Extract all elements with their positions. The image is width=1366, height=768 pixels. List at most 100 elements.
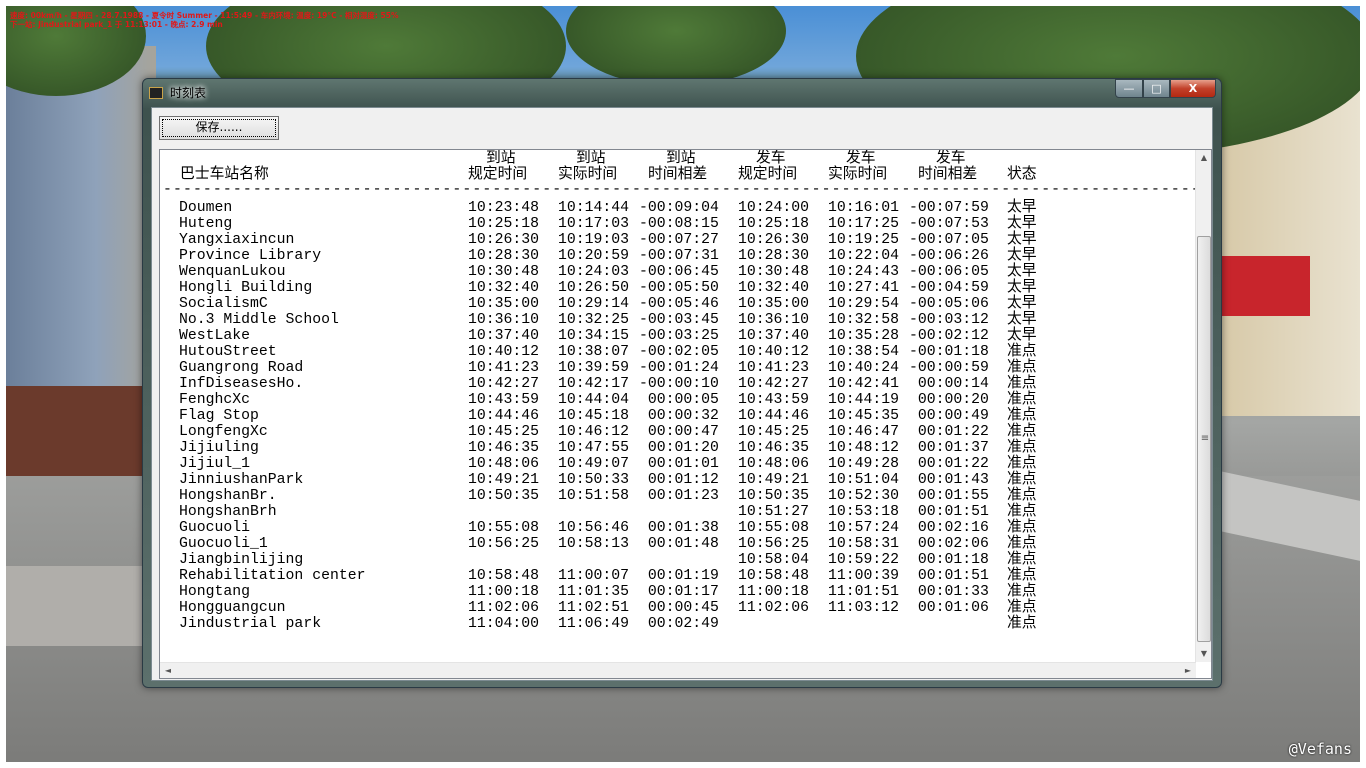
table-row[interactable]: WestLake 10:37:40 10:34:15 -00:03:25 10:37:4… — [160, 328, 1196, 344]
table-row[interactable]: Guocuoli_1 10:56:25 10:58:13 00:01:48 10:56… — [160, 536, 1196, 552]
cell-departure-scheduled: 10:36:10 — [738, 312, 810, 328]
cell-departure-actual: 11:01:51 — [828, 584, 900, 600]
cell-departure-diff: -00:07:59 — [909, 200, 989, 216]
cell-station-name: WestLake — [179, 328, 251, 344]
scroll-down-arrow[interactable]: ▼ — [1196, 646, 1212, 662]
table-row[interactable]: Jiangbinlijing 10:58:04 10:59:22 00:01:18 准… — [160, 552, 1196, 568]
cell-arrival-diff: 00:00:45 — [639, 600, 719, 616]
table-row[interactable]: Hongguangcun 11:02:06 11:02:51 00:00:45 11:… — [160, 600, 1196, 616]
header-dep-diff-line1: 发车 — [936, 151, 966, 167]
cell-station-name: Jindustrial park — [179, 616, 322, 632]
cell-departure-diff: 00:01:22 — [909, 456, 989, 472]
cell-arrival-diff: -00:09:04 — [639, 200, 719, 216]
cell-arrival-scheduled: 10:30:48 — [468, 264, 540, 280]
header-status: 状态 — [1007, 167, 1037, 183]
cell-station-name: Guocuoli_1 — [179, 536, 268, 552]
cell-arrival-diff: -00:05:46 — [639, 296, 719, 312]
cell-departure-scheduled: 10:43:59 — [738, 392, 810, 408]
cell-arrival-actual: 10:49:07 — [558, 456, 630, 472]
horizontal-scrollbar[interactable]: ◄ ► — [160, 662, 1196, 678]
vertical-scrollbar[interactable]: ▲ ≡ ▼ — [1195, 150, 1211, 662]
cell-departure-scheduled: 10:55:08 — [738, 520, 810, 536]
table-row[interactable]: HongshanBrh 10:51:27 10:53:18 00:01:51 准点 — [160, 504, 1196, 520]
cell-arrival-diff: 00:01:48 — [639, 536, 719, 552]
cell-arrival-scheduled: 11:04:00 — [468, 616, 540, 632]
cell-departure-diff: 00:02:06 — [909, 536, 989, 552]
cell-station-name: Guocuoli — [179, 520, 251, 536]
table-row[interactable]: No.3 Middle School 10:36:10 10:32:25 -00:03… — [160, 312, 1196, 328]
cell-arrival-scheduled: 10:43:59 — [468, 392, 540, 408]
cell-arrival-actual: 10:14:44 — [558, 200, 630, 216]
cell-arrival-scheduled: 10:36:10 — [468, 312, 540, 328]
table-row[interactable]: WenquanLukou 10:30:48 10:24:03 -00:06:45 10:… — [160, 264, 1196, 280]
cell-arrival-actual: 10:17:03 — [558, 216, 630, 232]
table-row[interactable]: LongfengXc 10:45:25 10:46:12 00:00:47 10:45… — [160, 424, 1196, 440]
table-row[interactable]: Jindustrial park 11:04:00 11:06:49 00:02:4… — [160, 616, 1196, 632]
cell-station-name: HongshanBr. — [179, 488, 277, 504]
table-row[interactable]: SocialismC 10:35:00 10:29:14 -00:05:46 10:35… — [160, 296, 1196, 312]
cell-departure-actual: 10:53:18 — [828, 504, 900, 520]
cell-departure-diff: -00:01:18 — [909, 344, 989, 360]
cell-arrival-actual: 10:47:55 — [558, 440, 630, 456]
table-row[interactable]: Doumen 10:23:48 10:14:44 -00:09:04 10:24:00 1… — [160, 200, 1196, 216]
table-row[interactable]: Province Library 10:28:30 10:20:59 -00:07:3… — [160, 248, 1196, 264]
table-row[interactable]: Guocuoli 10:55:08 10:56:46 00:01:38 10:55:0… — [160, 520, 1196, 536]
tree — [566, 6, 786, 86]
cell-departure-actual: 10:57:24 — [828, 520, 900, 536]
hud-status: 速度: 00km/h - 星期四 - 28.7.1988 - 夏令时 Summe… — [10, 11, 399, 29]
scroll-up-arrow[interactable]: ▲ — [1196, 150, 1212, 166]
table-row[interactable]: Flag Stop 10:44:46 10:45:18 00:00:32 10:44:… — [160, 408, 1196, 424]
cell-station-name: Doumen — [179, 200, 233, 216]
table-row[interactable]: Hongtang 11:00:18 11:01:35 00:01:17 11:00:1… — [160, 584, 1196, 600]
minimize-button[interactable]: — — [1115, 79, 1143, 98]
table-row[interactable]: Guangrong Road 10:41:23 10:39:59 -00:01:24 1… — [160, 360, 1196, 376]
cell-departure-actual: 10:22:04 — [828, 248, 900, 264]
table-row[interactable]: Hongli Building 10:32:40 10:26:50 -00:05:50… — [160, 280, 1196, 296]
timetable-list[interactable]: 巴士车站名称 到站 规定时间 到站 实际时间 到站 时间相差 发车 规定时间 发车 实际时间 发车时… — [159, 149, 1212, 679]
table-row[interactable]: InfDiseasesHo. 10:42:27 10:42:17 -00:00:10 1… — [160, 376, 1196, 392]
cell-arrival-diff: 00:00:05 — [639, 392, 719, 408]
table-row[interactable]: Jijiuling 10:46:35 10:47:55 00:01:20 10:46:… — [160, 440, 1196, 456]
table-row[interactable]: Yangxiaxincun 10:26:30 10:19:03 -00:07:27 10… — [160, 232, 1196, 248]
vertical-scroll-thumb[interactable]: ≡ — [1197, 236, 1211, 642]
cell-arrival-actual: 11:01:35 — [558, 584, 630, 600]
cell-arrival-diff: 00:01:17 — [639, 584, 719, 600]
cell-arrival-diff: 00:01:20 — [639, 440, 719, 456]
hud-line-1: 速度: 00km/h - 星期四 - 28.7.1988 - 夏令时 Summe… — [10, 11, 399, 20]
scroll-right-arrow[interactable]: ► — [1180, 663, 1196, 679]
cell-station-name: Flag Stop — [179, 408, 259, 424]
save-button[interactable]: 保存...... — [159, 116, 279, 140]
cell-arrival-diff: 00:02:49 — [639, 616, 719, 632]
table-row[interactable]: JinniushanPark 10:49:21 10:50:33 00:01:12 1… — [160, 472, 1196, 488]
cell-status: 准点 — [1007, 360, 1037, 376]
window-client: 保存...... 巴士车站名称 到站 规定时间 到站 实际时间 到站 时间相差 发车 规定时间… — [151, 107, 1213, 681]
table-row[interactable]: Jijiul_1 10:48:06 10:49:07 00:01:01 10:48:0… — [160, 456, 1196, 472]
cell-departure-scheduled: 10:50:35 — [738, 488, 810, 504]
cell-arrival-diff: -00:00:10 — [639, 376, 719, 392]
brick-wall — [6, 386, 146, 486]
cell-departure-diff: -00:00:59 — [909, 360, 989, 376]
hud-line-2: 下一站: Jindustrial park_1 于 11:13:01 - 晚点:… — [10, 20, 223, 29]
cell-departure-actual: 10:40:24 — [828, 360, 900, 376]
cell-status: 太早 — [1007, 296, 1037, 312]
cell-status: 准点 — [1007, 440, 1037, 456]
scroll-left-arrow[interactable]: ◄ — [160, 663, 176, 679]
table-row[interactable]: Rehabilitation center 10:58:48 11:00:07 00… — [160, 568, 1196, 584]
cell-departure-diff: 00:01:51 — [909, 504, 989, 520]
cell-departure-scheduled: 10:58:04 — [738, 552, 810, 568]
cell-status: 准点 — [1007, 472, 1037, 488]
maximize-button[interactable]: □ — [1143, 79, 1170, 98]
title-bar[interactable]: 时刻表 — [143, 79, 1221, 105]
cell-arrival-scheduled: 10:40:12 — [468, 344, 540, 360]
table-row[interactable]: HutouStreet 10:40:12 10:38:07 -00:02:05 10:4… — [160, 344, 1196, 360]
cell-arrival-actual: 10:42:17 — [558, 376, 630, 392]
table-row[interactable]: FenghcXc 10:43:59 10:44:04 00:00:05 10:43:5… — [160, 392, 1196, 408]
table-row[interactable]: HongshanBr. 10:50:35 10:51:58 00:01:23 10:5… — [160, 488, 1196, 504]
cell-departure-diff: -00:03:12 — [909, 312, 989, 328]
cell-status: 准点 — [1007, 600, 1037, 616]
table-row[interactable]: Huteng 10:25:18 10:17:03 -00:08:15 10:25:18 1… — [160, 216, 1196, 232]
cell-arrival-scheduled: 11:02:06 — [468, 600, 540, 616]
cell-departure-diff: 00:00:20 — [909, 392, 989, 408]
cell-departure-diff: 00:01:55 — [909, 488, 989, 504]
close-button[interactable]: X — [1170, 79, 1216, 98]
